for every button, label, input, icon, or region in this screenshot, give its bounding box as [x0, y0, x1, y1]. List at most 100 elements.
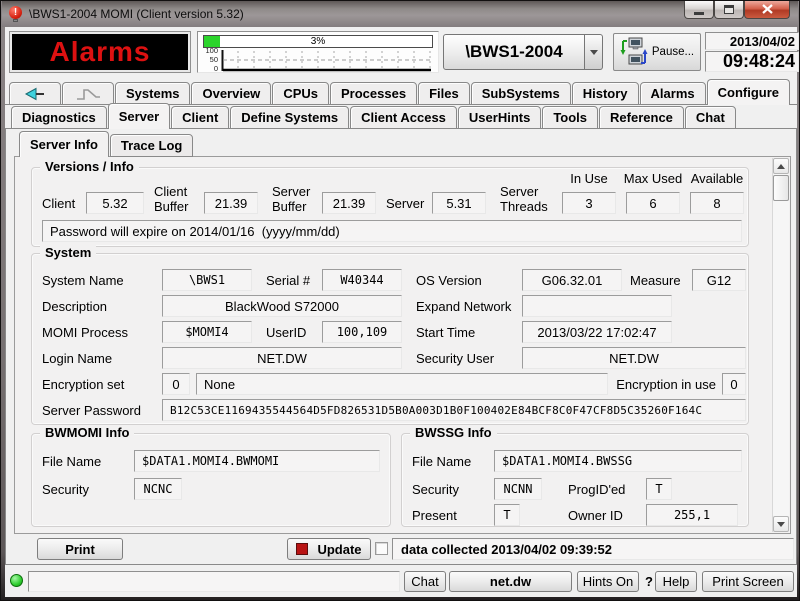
- tick-50: 50: [210, 55, 218, 64]
- current-time: 09:48:24: [705, 51, 799, 72]
- userid-label: UserID: [266, 321, 306, 343]
- minimize-icon: [694, 12, 704, 15]
- measure-label: Measure: [630, 269, 681, 291]
- client-area: Alarms 3% 100 50 0: [5, 27, 797, 597]
- tab-cpus[interactable]: CPUs: [272, 82, 329, 105]
- bwmomi-file-name-label: File Name: [42, 450, 101, 472]
- tab-server-info[interactable]: Server Info: [19, 131, 109, 157]
- bwssg-owner-id-label: Owner ID: [568, 504, 623, 526]
- bwmomi-file-name-value: $DATA1.MOMI4.BWMOMI: [134, 450, 380, 472]
- tab-trend[interactable]: [62, 82, 114, 105]
- versions-info-group: Versions / Info Client 5.32 Client Buffe…: [31, 167, 749, 247]
- tab-configure[interactable]: Configure: [707, 79, 790, 105]
- in-use-label: In Use: [560, 172, 618, 187]
- tab-server[interactable]: Server: [108, 103, 170, 129]
- tab-processes[interactable]: Processes: [330, 82, 417, 105]
- main-tabs: Systems Overview CPUs Processes Files Su…: [9, 82, 791, 105]
- server-tab-page: Server Info Trace Log Versions / Info Cl…: [5, 128, 797, 565]
- gauge-axis-ticks: 100 50 0: [200, 47, 220, 73]
- back-arrow-icon: [24, 87, 46, 101]
- tab-client-access[interactable]: Client Access: [350, 106, 457, 129]
- client-version-value: 5.32: [86, 192, 144, 214]
- data-collected-field: data collected 2013/04/02 09:39:52: [392, 538, 794, 560]
- tab-userhints[interactable]: UserHints: [458, 106, 541, 129]
- available-label: Available: [686, 172, 748, 187]
- help-button[interactable]: Help: [655, 571, 697, 592]
- tab-reference[interactable]: Reference: [599, 106, 684, 129]
- pause-button[interactable]: Pause...: [613, 33, 701, 71]
- server-password-label: Server Password: [42, 399, 141, 421]
- scroll-up-icon: [777, 164, 785, 169]
- momi-process-label: MOMI Process: [42, 321, 128, 343]
- tab-subsystems[interactable]: SubSystems: [471, 82, 571, 105]
- tab-back-arrow[interactable]: [9, 82, 61, 105]
- app-window: ! \BWS1-2004 MOMI (Client version 5.32) …: [0, 0, 800, 601]
- bwssg-info-group: BWSSG Info File Name $DATA1.MOMI4.BWSSG …: [401, 433, 749, 527]
- server-label: Server: [386, 192, 424, 214]
- server-password-value: B12C53CE1169435544564D5FD826531D5B0A003D…: [162, 399, 746, 421]
- tab-overview[interactable]: Overview: [191, 82, 271, 105]
- scroll-down-button[interactable]: [773, 516, 789, 532]
- print-screen-button[interactable]: Print Screen: [702, 571, 794, 592]
- encryption-set-name: None: [196, 373, 608, 395]
- tab-alarms[interactable]: Alarms: [640, 82, 706, 105]
- description-label: Description: [42, 295, 107, 317]
- help-question-mark: ?: [645, 571, 653, 592]
- system-legend: System: [40, 245, 96, 260]
- bwmomi-info-group: BWMOMI Info File Name $DATA1.MOMI4.BWMOM…: [31, 433, 391, 527]
- auto-update-checkbox[interactable]: [375, 542, 388, 555]
- tab-files[interactable]: Files: [418, 82, 470, 105]
- system-selector-dropdown-button[interactable]: [585, 34, 603, 70]
- bwssg-file-name-label: File Name: [412, 450, 471, 472]
- connection-status-icon: [10, 574, 23, 587]
- minimize-button[interactable]: [684, 1, 714, 19]
- configure-tabs: Diagnostics Server Client Define Systems…: [11, 106, 737, 129]
- app-alarm-bulb-icon: !: [9, 5, 23, 23]
- start-time-label: Start Time: [416, 321, 475, 343]
- expand-network-label: Expand Network: [416, 295, 511, 317]
- scroll-thumb[interactable]: [773, 175, 789, 201]
- system-selector[interactable]: \BWS1-2004: [443, 34, 603, 70]
- tab-client[interactable]: Client: [171, 106, 229, 129]
- print-button[interactable]: Print: [37, 538, 123, 560]
- bwssg-present-value: T: [494, 504, 520, 526]
- current-date: 2013/04/02: [705, 32, 799, 50]
- update-button[interactable]: Update: [287, 538, 371, 560]
- login-name-label: Login Name: [42, 347, 112, 369]
- content-scrollbar[interactable]: [772, 158, 789, 532]
- alarms-label: Alarms: [50, 36, 151, 68]
- encryption-set-label: Encryption set: [42, 373, 124, 395]
- system-group: System System Name \BWS1 Serial # W40344…: [31, 253, 749, 425]
- tab-history[interactable]: History: [572, 82, 639, 105]
- bwssg-owner-id-value: 255,1: [646, 504, 738, 526]
- tab-chat[interactable]: Chat: [685, 106, 736, 129]
- alarms-indicator[interactable]: Alarms: [9, 31, 191, 73]
- maximize-button[interactable]: [714, 1, 744, 19]
- scroll-up-button[interactable]: [773, 158, 789, 174]
- maximize-icon: [724, 5, 734, 14]
- tab-define-systems[interactable]: Define Systems: [230, 106, 349, 129]
- close-button[interactable]: [744, 1, 790, 19]
- tab-trace-log[interactable]: Trace Log: [110, 134, 193, 157]
- tick-100: 100: [205, 46, 218, 55]
- close-icon: [761, 4, 774, 15]
- history-sparkline: [221, 49, 433, 72]
- password-expiry-note: Password will expire on 2014/01/16 (yyyy…: [42, 220, 742, 242]
- chat-button[interactable]: Chat: [404, 571, 446, 592]
- bwmomi-security-label: Security: [42, 478, 89, 500]
- tab-systems[interactable]: Systems: [115, 82, 190, 105]
- session-user-button[interactable]: net.dw: [449, 571, 572, 592]
- tab-tools[interactable]: Tools: [542, 106, 598, 129]
- start-time-value: 2013/03/22 17:02:47: [522, 321, 672, 343]
- versions-info-legend: Versions / Info: [40, 159, 139, 174]
- security-user-label: Security User: [416, 347, 494, 369]
- os-version-label: OS Version: [416, 269, 482, 291]
- hints-toggle-button[interactable]: Hints On: [577, 571, 639, 592]
- system-selector-value[interactable]: \BWS1-2004: [443, 34, 585, 70]
- threads-available-value: 8: [690, 192, 744, 214]
- login-name-value: NET.DW: [162, 347, 402, 369]
- os-version-value: G06.32.01: [522, 269, 622, 291]
- tab-diagnostics[interactable]: Diagnostics: [11, 106, 107, 129]
- pause-label: Pause...: [652, 46, 694, 58]
- bwssg-progid-value: T: [646, 478, 672, 500]
